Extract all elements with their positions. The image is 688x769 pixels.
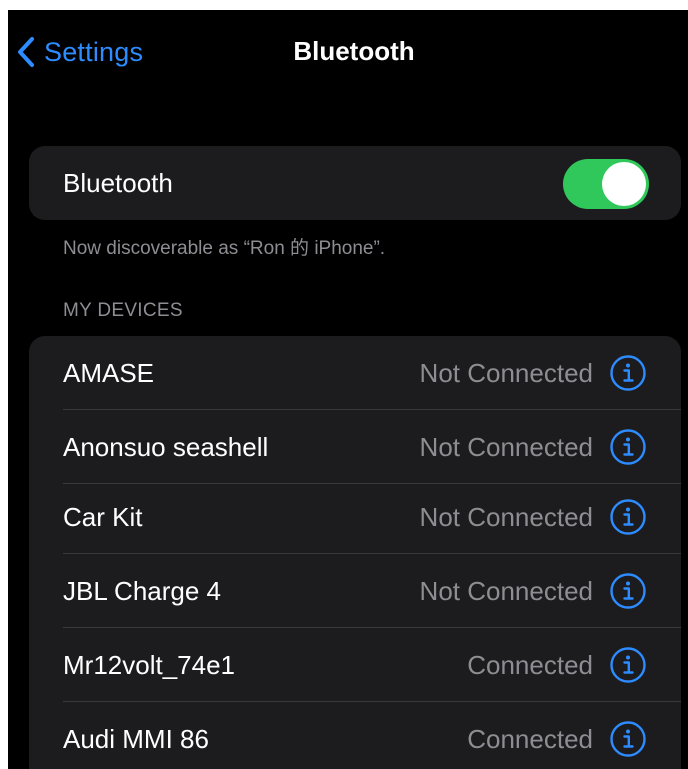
info-circle-icon[interactable] <box>609 428 647 466</box>
device-status: Not Connected <box>419 358 593 388</box>
device-row[interactable]: AMASE Not Connected <box>29 336 681 410</box>
info-circle-icon[interactable] <box>609 354 647 392</box>
device-status: Not Connected <box>419 432 593 462</box>
device-row[interactable]: Anonsuo seashell Not Connected <box>29 410 681 484</box>
bluetooth-settings-screen: Settings Bluetooth Bluetooth Now discove… <box>8 10 688 769</box>
my-devices-header: MY DEVICES <box>63 300 183 321</box>
my-devices-list: AMASE Not Connected Anonsuo seashell Not… <box>29 336 681 769</box>
device-name: Anonsuo seashell <box>63 432 269 462</box>
device-name: Mr12volt_74e1 <box>63 650 235 680</box>
device-status: Connected <box>467 650 593 680</box>
page-title: Bluetooth <box>293 36 415 66</box>
info-circle-icon[interactable] <box>609 498 647 536</box>
info-circle-icon[interactable] <box>609 720 647 758</box>
device-row[interactable]: Audi MMI 86 Connected <box>29 702 681 769</box>
switch-knob <box>602 162 646 206</box>
bluetooth-toggle-label: Bluetooth <box>63 168 173 198</box>
bluetooth-switch[interactable] <box>563 159 649 209</box>
info-circle-icon[interactable] <box>609 572 647 610</box>
device-status: Not Connected <box>419 576 593 606</box>
device-row[interactable]: Car Kit Not Connected <box>29 480 681 554</box>
bluetooth-toggle-row: Bluetooth <box>29 146 681 220</box>
device-name: Audi MMI 86 <box>63 724 209 754</box>
device-name: Car Kit <box>63 502 143 532</box>
device-status: Connected <box>467 724 593 754</box>
device-name: JBL Charge 4 <box>63 576 222 606</box>
device-name: AMASE <box>63 358 155 388</box>
navigation-bar: Settings Bluetooth <box>8 10 688 100</box>
info-circle-icon[interactable] <box>609 646 647 684</box>
device-status: Not Connected <box>419 502 593 532</box>
device-row[interactable]: JBL Charge 4 Not Connected <box>29 554 681 628</box>
discoverable-note: Now discoverable as “Ron 的 iPhone”. <box>63 238 386 259</box>
device-row[interactable]: Mr12volt_74e1 Connected <box>29 628 681 702</box>
